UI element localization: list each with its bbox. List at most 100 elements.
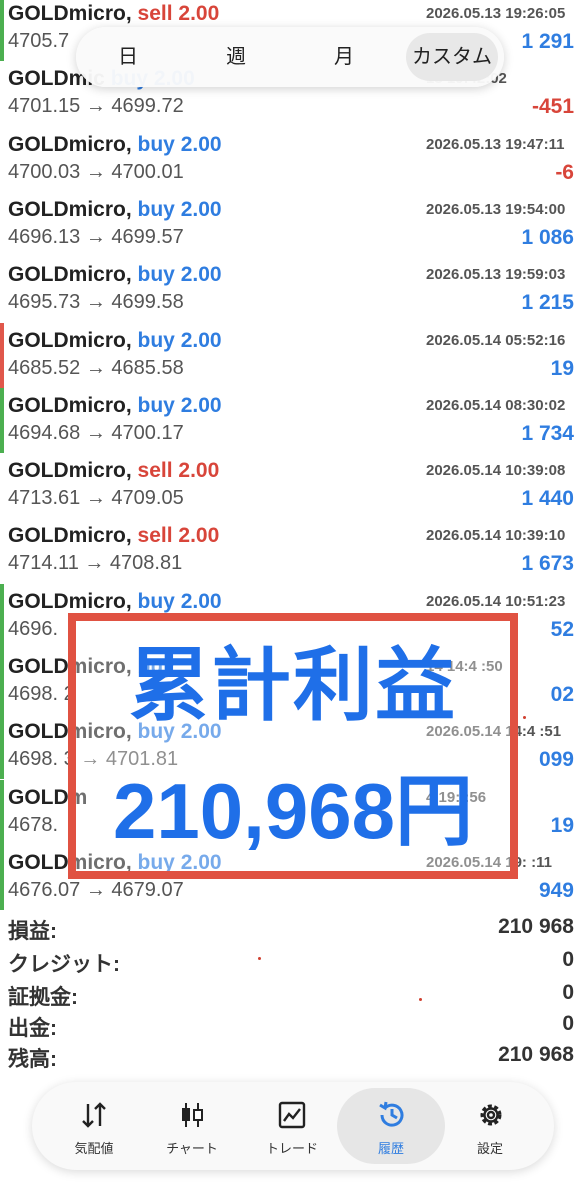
nav-label: 気配値 (74, 1141, 114, 1156)
trade-profit: 949 (538, 878, 574, 902)
trade-time: 2026.05.14 10:51:23 (426, 592, 566, 610)
trade-profit: -451 (531, 95, 574, 119)
tab-day[interactable]: 日 (80, 33, 176, 81)
trade-row[interactable]: GOLDmicro, buy 2.00 2026.05.13 19:54:00 46… (0, 192, 582, 257)
callout-title: 累計利益 (129, 641, 457, 730)
trade-header: GOLDmicro, buy 2.00 2026.05.14 08:30:02 (8, 393, 565, 418)
trade-volume: 2.00 (180, 328, 222, 352)
trade-icon (278, 1101, 306, 1129)
result-marker (0, 192, 4, 257)
summary-margin: 証拠金: 0 (8, 981, 574, 1013)
trade-header: GOLDmicro, sell 2.00 2026.05.14 10:39:08 (8, 459, 565, 483)
nav-history[interactable]: 履歴 (337, 1088, 445, 1164)
trade-header: GOLDmicro, buy 2.00 2026.05.13 19:47:11 (8, 132, 564, 157)
trade-header: GOLDmicro, buy 2.00 2026.05.13 19:54:00 (8, 197, 565, 222)
result-marker (0, 779, 4, 845)
trade-symbol: GOLDmicro, (8, 197, 132, 221)
result-marker (0, 61, 4, 126)
trade-symbol: GOLDmicro, (8, 393, 132, 417)
result-marker (0, 714, 4, 780)
nav-label: トレード (265, 1141, 318, 1156)
trade-profit: 1 086 (521, 225, 574, 249)
trade-row[interactable]: GOLDmicro, buy 2.00 2026.05.13 19:59:03 46… (0, 257, 582, 322)
result-marker (0, 127, 4, 192)
trade-time: 2026.05.13 19:54:00 (426, 200, 566, 218)
summary-label: 損益: (8, 920, 57, 943)
nav-trade[interactable]: トレード (238, 1088, 346, 1164)
trade-header: GOLDmicro, buy 2.00 2026.05.14 05:52:16 (8, 328, 565, 353)
tab-week[interactable]: 週 (188, 33, 284, 81)
summary-label: 残高: (8, 1048, 57, 1071)
trade-detail: 4698. 2 02 (8, 683, 574, 706)
trade-time: 2026.05.13 19:59:03 (426, 266, 566, 284)
stray-dot (258, 957, 261, 960)
result-marker (0, 322, 4, 388)
trade-row[interactable]: GOLDmicro, buy 2.00 2026.05.14 08:30:02 46… (0, 387, 582, 453)
result-marker (0, 844, 4, 910)
trade-volume: 2.00 (178, 524, 220, 548)
result-marker (0, 257, 4, 322)
trade-side: buy (137, 589, 175, 613)
trade-volume: 2.00 (180, 197, 222, 221)
trade-profit: 1 215 (521, 291, 574, 315)
bottom-nav: 気配値 チャート トレード 履歴 設定 (32, 1082, 554, 1170)
trade-symbol: GOLDmicro, (8, 263, 132, 287)
trade-detail: 4696. 52 (8, 618, 574, 641)
trade-side: buy (137, 328, 175, 352)
trade-time: 2026.05.14 05:52:16 (426, 331, 566, 349)
trade-row[interactable]: GOLDmicro, buy 2.00 2026.05.14 05:52:16 46… (0, 322, 582, 388)
trade-volume: 2.00 (180, 132, 222, 156)
trade-profit: -6 (555, 160, 574, 184)
trade-symbol: GOLDmicro, (8, 328, 132, 352)
result-marker (0, 583, 4, 649)
trade-side: buy (137, 263, 175, 287)
nav-label: 履歴 (377, 1141, 404, 1156)
summary-balance: 残高: 210 968 (8, 1043, 574, 1075)
trade-detail: 4714.11 → 4708.81 1 673 (8, 552, 574, 575)
period-tabs: 日 週 月 カスタム (76, 27, 504, 87)
summary-label: 証拠金: (8, 986, 78, 1009)
cumulative-profit-callout: 累計利益 210,968円 (68, 613, 518, 879)
tab-custom[interactable]: カスタム (406, 33, 498, 81)
trade-side: sell (137, 2, 173, 25)
trade-time: 2026.05.14 08:30:02 (426, 396, 566, 414)
trade-volume: 2.00 (180, 393, 222, 417)
chart-icon (182, 1103, 203, 1127)
trade-time: 2026.05.14 10:39:08 (426, 462, 566, 480)
trade-time: 2026.05.13 19:26:05 (426, 5, 566, 22)
trade-row[interactable]: GOLDmicro, sell 2.00 2026.05.14 10:39:10 4… (0, 518, 582, 583)
summary-value: 210 968 (498, 915, 574, 938)
trade-detail: 4696.13 → 4699.57 1 086 (8, 226, 574, 249)
summary-value: 0 (562, 1012, 574, 1035)
trade-detail: 4705.7 1 291 (8, 30, 574, 53)
trade-detail: 4701.15 → 4699.72 -451 (8, 95, 574, 118)
trade-volume: 2.00 (180, 589, 222, 613)
trade-header: GOLDmicro, buy 2.00 2026.05.13 19:59:03 (8, 263, 565, 287)
result-marker (0, 453, 4, 518)
trade-side: sell (137, 524, 173, 548)
nav-quotes[interactable]: 気配値 (40, 1088, 148, 1164)
summary-value: 0 (562, 948, 574, 971)
trade-symbol: GOLDmicro, (8, 459, 132, 483)
trade-profit: 1 734 (521, 421, 574, 445)
quotes-icon (82, 1102, 106, 1128)
result-marker (0, 0, 4, 61)
tab-month[interactable]: 月 (296, 33, 392, 81)
summary-value: 210 968 (498, 1043, 574, 1066)
trade-row[interactable]: GOLDmicro, sell 2.00 2026.05.14 10:39:08 4… (0, 453, 582, 518)
nav-chart[interactable]: チャート (138, 1088, 246, 1164)
callout-amount: 210,968円 (113, 767, 473, 855)
trade-detail: 4713.61 → 4709.05 1 440 (8, 487, 574, 510)
result-marker (0, 387, 4, 453)
trade-profit: 19 (550, 356, 574, 380)
trade-row[interactable]: GOLDmicro, buy 2.00 2026.05.13 19:47:11 47… (0, 127, 582, 192)
summary-credit: クレジット: 0 (8, 948, 574, 980)
trade-detail: 4700.03 → 4700.01 -6 (8, 161, 574, 184)
trade-header: GOLDmicro, buy 2.00 2026.05.14 10:51:23 (8, 589, 565, 614)
summary-label: 出金: (8, 1017, 57, 1040)
summary-profit: 損益: 210 968 (8, 915, 574, 947)
trade-side: buy (137, 197, 175, 221)
trade-header: GOLDmicro, sell 2.00 2026.05.14 10:39:10 (8, 524, 565, 548)
nav-settings[interactable]: 設定 (436, 1088, 544, 1164)
trade-side: buy (137, 132, 175, 156)
